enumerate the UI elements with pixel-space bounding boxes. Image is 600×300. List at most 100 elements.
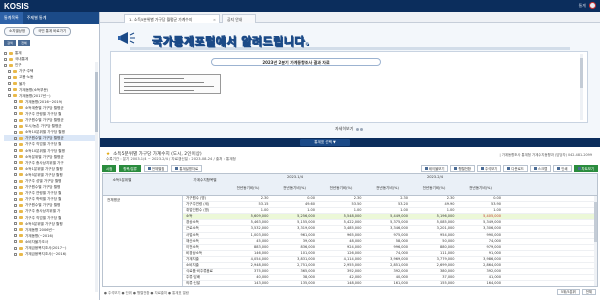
subcolumn-header[interactable]: 전년동기비(%) [411, 186, 457, 191]
tree-item[interactable]: 가계금융복지조사(~2016) [4, 251, 95, 257]
toolbar-button-label: 행렬전환 [458, 166, 471, 171]
tab-stat-list[interactable]: 통계목록 [0, 12, 23, 24]
table-cell: 2.30 [400, 196, 408, 200]
table-cell: 38,000 [302, 275, 315, 280]
expand-toggle-icon[interactable] [14, 118, 17, 122]
expand-toggle-icon[interactable] [14, 149, 17, 153]
table-cell: 2,851,000 [390, 263, 408, 268]
expand-toggle-icon[interactable] [14, 234, 17, 238]
expand-toggle-icon[interactable] [8, 94, 11, 98]
notice-title[interactable]: 2023년 2분기 가계동향조사 결과 자료 [211, 58, 381, 66]
expand-toggle-icon[interactable] [8, 75, 11, 79]
grid-scrollbar[interactable] [594, 196, 597, 286]
expand-toggle-icon[interactable] [8, 82, 11, 86]
expand-toggle-icon[interactable] [14, 197, 17, 201]
expand-toggle-icon[interactable] [14, 173, 17, 177]
folder-icon [19, 100, 23, 104]
expand-toggle-icon[interactable] [14, 167, 17, 171]
table-cell: 39,000 [302, 238, 315, 243]
top-right-label[interactable]: 통계 [579, 3, 586, 9]
table-cell: 40,000 [256, 275, 269, 280]
expand-toggle-icon[interactable] [14, 100, 17, 104]
expand-button[interactable]: 전체펼침 [143, 164, 169, 172]
expand-toggle-icon[interactable] [14, 216, 17, 220]
notice-scrollbar[interactable] [580, 54, 583, 120]
expand-toggle-icon[interactable] [14, 124, 17, 128]
period-button[interactable]: 시점 [102, 164, 117, 172]
expand-toggle-icon[interactable] [14, 228, 17, 232]
table-cell: 3,532,000 [250, 226, 269, 231]
expand-toggle-icon[interactable] [14, 112, 17, 116]
expand-toggle-icon[interactable] [14, 246, 17, 250]
row-label: 소비지출 [186, 263, 199, 268]
table-cell: 1.00 [446, 208, 455, 213]
folder-icon [19, 191, 23, 195]
tree-item-label: 가구주 직업별 가구당 월 [25, 142, 62, 147]
toolbar-icon [454, 166, 458, 170]
toolbar-button[interactable]: 차트보기 [573, 164, 598, 172]
expand-toggle-icon[interactable] [14, 106, 17, 110]
expand-toggle-icon[interactable] [8, 88, 11, 92]
footer-button[interactable]: 전체 [581, 289, 596, 295]
sidebar-scrollbar[interactable] [95, 62, 98, 292]
subcolumn-header[interactable]: 전년동기비(%) [458, 186, 504, 191]
expand-toggle-icon[interactable] [14, 203, 17, 207]
subcolumn-header[interactable]: 전년동기비(%) [225, 186, 271, 191]
item-header: 가계수지항목별 [193, 178, 217, 182]
tab-notice[interactable]: 공지 안내 [222, 14, 256, 23]
bookmark-star-icon[interactable]: ★ [106, 152, 110, 157]
tab-stat-table[interactable]: 1. 소득5분위별 가구당 월평균 가계수지 × [124, 14, 220, 23]
pager-dot[interactable] [356, 127, 360, 131]
tab-subject-stat[interactable]: 주제별 통계 [23, 15, 51, 21]
table-cell: 1.00 [307, 208, 315, 213]
expand-toggle-icon[interactable] [14, 240, 17, 244]
subcolumn-header[interactable]: 전년동기비(%) [365, 186, 411, 191]
expand-toggle-icon[interactable] [14, 252, 17, 256]
logo[interactable]: KOSIS [4, 2, 29, 11]
subcolumn-header[interactable]: 전년동기비(%) [272, 186, 318, 191]
close-icon[interactable]: × [213, 17, 216, 22]
explain-button[interactable]: 통계설명자료 [171, 164, 203, 172]
toolbar-button[interactable]: 다운로드 [503, 164, 528, 172]
sidebar-button-1[interactable]: 소지별상정 [4, 27, 31, 36]
tree-item-label: 가구원수별 가구당 월평균 [25, 136, 64, 141]
table-cell: 392,000 [347, 269, 362, 274]
pager-dot[interactable] [360, 127, 364, 131]
search-tool-button[interactable]: 검색 [4, 40, 16, 46]
expand-toggle-icon[interactable] [14, 179, 17, 183]
toolbar-button[interactable]: 테이블보기 [420, 164, 449, 172]
expand-toggle-icon[interactable] [14, 130, 17, 134]
globe-icon[interactable] [589, 2, 596, 9]
table-cell: 2,955,000 [343, 263, 362, 268]
toolbar-button[interactable]: 주석보기 [476, 164, 502, 172]
expand-toggle-icon[interactable] [14, 191, 17, 195]
table-cell: 53.15 [258, 202, 269, 207]
table-cell: 5,422,000 [343, 220, 362, 225]
period-header[interactable]: 2023.1/4 [225, 175, 365, 179]
toolbar-button[interactable]: 행렬전환 [450, 164, 475, 172]
expand-toggle-icon[interactable] [14, 185, 17, 189]
expand-toggle-icon[interactable] [4, 57, 7, 61]
table-select-button[interactable]: 통계표 선택 ▼ [300, 139, 350, 146]
expand-toggle-icon[interactable] [14, 136, 17, 140]
period-header[interactable]: 2023.2/4 [365, 175, 505, 179]
expand-toggle-icon[interactable] [14, 222, 17, 226]
toolbar-button[interactable]: 스크랩 [529, 164, 552, 172]
table-cell: 392,000 [393, 269, 408, 274]
subcolumn-header[interactable]: 전년동기비(%) [318, 186, 364, 191]
banner-more-link[interactable]: 자세히보기 [335, 126, 353, 132]
expand-toggle-icon[interactable] [14, 161, 17, 165]
expand-all-button[interactable]: 전체 [18, 40, 30, 46]
expand-toggle-icon[interactable] [4, 63, 7, 67]
expand-toggle-icon[interactable] [4, 51, 7, 55]
table-cell: 49.90 [444, 202, 455, 207]
footer-button[interactable]: 5위/5분위 [556, 289, 580, 295]
item-class-button[interactable]: 항목/분류 [119, 164, 141, 172]
expand-toggle-icon[interactable] [14, 209, 17, 213]
expand-toggle-icon[interactable] [14, 142, 17, 146]
toolbar-button[interactable]: 인쇄 [553, 164, 572, 172]
folder-icon [19, 142, 23, 146]
sidebar-button-2[interactable]: 국민 통계 바로가기 [33, 27, 72, 36]
expand-toggle-icon[interactable] [14, 155, 17, 159]
expand-toggle-icon[interactable] [8, 69, 11, 73]
